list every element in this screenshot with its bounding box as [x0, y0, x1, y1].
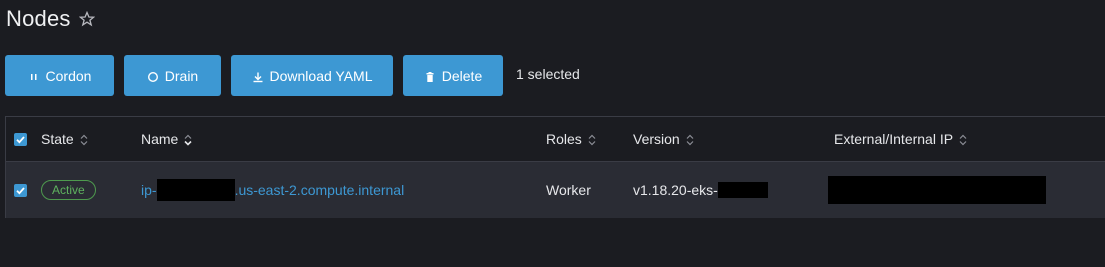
- column-version-label: Version: [633, 131, 680, 147]
- drain-button[interactable]: Drain: [124, 55, 221, 96]
- select-all-checkbox[interactable]: [14, 132, 27, 146]
- delete-label: Delete: [441, 67, 483, 84]
- page-title: Nodes: [6, 6, 71, 31]
- row-checkbox[interactable]: [14, 183, 27, 197]
- status-badge: Active: [41, 180, 96, 200]
- column-ip-label: External/Internal IP: [834, 131, 954, 147]
- table-header: State Name Roles Version External/Intern…: [6, 117, 1105, 162]
- check-icon: [16, 186, 25, 195]
- check-icon: [16, 135, 25, 144]
- column-header-ip[interactable]: External/Internal IP: [834, 117, 967, 161]
- ip-cell: [828, 162, 1046, 218]
- sort-icon: [80, 133, 88, 146]
- circle-icon: [147, 70, 159, 82]
- column-state-label: State: [41, 131, 74, 147]
- redacted-block: [717, 182, 768, 198]
- row-select-cell: [14, 162, 27, 218]
- delete-button[interactable]: Delete: [403, 55, 503, 96]
- roles-cell: Worker: [546, 162, 591, 218]
- trash-icon: [424, 70, 436, 82]
- sort-icon: [588, 133, 596, 146]
- star-icon[interactable]: [78, 10, 95, 27]
- download-yaml-label: Download YAML: [269, 67, 373, 84]
- page-header: Nodes: [6, 6, 95, 32]
- table-row[interactable]: Active ip- .us-east-2.compute.internal W…: [6, 162, 1105, 218]
- node-name-suffix: .us-east-2.compute.internal: [234, 182, 405, 198]
- node-name-link[interactable]: ip- .us-east-2.compute.internal: [141, 162, 404, 218]
- column-roles-label: Roles: [546, 131, 582, 147]
- cordon-button[interactable]: Cordon: [5, 55, 114, 96]
- nodes-table: State Name Roles Version External/Intern…: [5, 116, 1105, 218]
- column-header-version[interactable]: Version: [633, 117, 694, 161]
- column-header-name[interactable]: Name: [141, 117, 192, 161]
- download-yaml-button[interactable]: Download YAML: [231, 55, 393, 96]
- action-toolbar: Cordon Drain Download YAML Delete 1 sele…: [5, 55, 580, 96]
- selected-count: 1 selected: [516, 65, 580, 82]
- drain-label: Drain: [164, 67, 199, 84]
- version-prefix: v1.18.20-eks-: [633, 182, 718, 198]
- column-name-label: Name: [141, 131, 179, 147]
- select-all-cell: [14, 117, 27, 161]
- cordon-label: Cordon: [45, 67, 92, 84]
- download-icon: [252, 70, 264, 82]
- pause-icon: [28, 70, 40, 82]
- sort-icon: [959, 133, 967, 146]
- roles-value: Worker: [546, 182, 591, 198]
- sort-descending-icon: [184, 133, 192, 146]
- column-header-state[interactable]: State: [41, 117, 88, 161]
- redacted-block: [828, 176, 1046, 204]
- sort-icon: [686, 133, 694, 146]
- state-cell: Active: [41, 162, 96, 218]
- column-header-roles[interactable]: Roles: [546, 117, 596, 161]
- nodes-page: Nodes Cordon Drain Download YAML Delete …: [0, 0, 1105, 267]
- redacted-block: [156, 179, 235, 201]
- version-cell: v1.18.20-eks-: [633, 162, 768, 218]
- node-name-prefix: ip-: [141, 182, 157, 198]
